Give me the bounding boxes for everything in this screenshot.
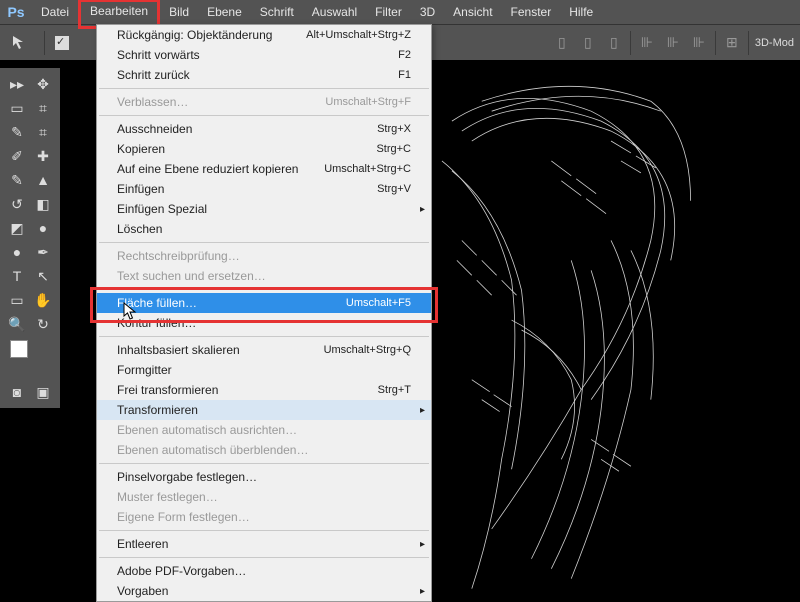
menu-filter[interactable]: Filter: [366, 0, 411, 24]
menu-ebene[interactable]: Ebene: [198, 0, 251, 24]
pen-tool[interactable]: ✒: [30, 240, 56, 264]
menu-copy-merged[interactable]: Auf eine Ebene reduziert kopierenUmschal…: [97, 159, 431, 179]
auto-select-checkbox[interactable]: [55, 36, 69, 50]
marquee-tool[interactable]: ▭: [4, 96, 30, 120]
menu-fenster[interactable]: Fenster: [502, 0, 561, 24]
menu-cut[interactable]: AusschneidenStrg+X: [97, 119, 431, 139]
menu-separator: [99, 242, 429, 243]
artwork-image: [432, 60, 800, 600]
menu-puppet-warp[interactable]: Formgitter: [97, 360, 431, 380]
heal-tool[interactable]: ✚: [30, 144, 56, 168]
menu-presets[interactable]: Vorgaben: [97, 581, 431, 601]
app-logo: Ps: [0, 0, 32, 24]
separator: [630, 31, 631, 55]
align-left-icon[interactable]: ▯: [552, 33, 572, 53]
document-canvas[interactable]: [432, 60, 800, 600]
menu-ansicht[interactable]: Ansicht: [444, 0, 501, 24]
menu-define-brush[interactable]: Pinselvorgabe festlegen…: [97, 467, 431, 487]
history-brush-tool[interactable]: ↺: [4, 192, 30, 216]
current-tool-icon[interactable]: [6, 29, 34, 57]
menu-content-aware-scale[interactable]: Inhaltsbasiert skalierenUmschalt+Strg+Q: [97, 340, 431, 360]
menu-3d[interactable]: 3D: [411, 0, 444, 24]
menu-separator: [99, 289, 429, 290]
menu-paste-special[interactable]: Einfügen Spezial: [97, 199, 431, 219]
menu-pdf-presets[interactable]: Adobe PDF-Vorgaben…: [97, 561, 431, 581]
menu-auto-blend: Ebenen automatisch überblenden…: [97, 440, 431, 460]
foreground-swatch[interactable]: [10, 340, 28, 358]
crop-tool[interactable]: ⌗: [30, 120, 56, 144]
eraser-tool[interactable]: ◧: [30, 192, 56, 216]
arrange-icon[interactable]: ⊞: [722, 33, 742, 53]
menu-define-shape: Eigene Form festlegen…: [97, 507, 431, 527]
menu-step-back[interactable]: Schritt zurückF1: [97, 65, 431, 85]
hand-tool[interactable]: ✋: [30, 288, 56, 312]
menu-copy[interactable]: KopierenStrg+C: [97, 139, 431, 159]
eyedropper-tool[interactable]: ✐: [4, 144, 30, 168]
menu-separator: [99, 115, 429, 116]
menu-datei[interactable]: Datei: [32, 0, 78, 24]
menubar: Ps Datei Bearbeiten Bild Ebene Schrift A…: [0, 0, 800, 24]
menu-separator: [99, 557, 429, 558]
screen-mode-tool[interactable]: ▣: [30, 380, 56, 404]
menu-step-forward[interactable]: Schritt vorwärtsF2: [97, 45, 431, 65]
menu-spellcheck: Rechtschreibprüfung…: [97, 246, 431, 266]
menu-bild[interactable]: Bild: [160, 0, 198, 24]
rotate-view-tool[interactable]: ↻: [30, 312, 56, 336]
menu-separator: [99, 88, 429, 89]
distribute-icon[interactable]: ⊪: [663, 33, 683, 53]
brush-tool[interactable]: ✎: [4, 168, 30, 192]
distribute-icon[interactable]: ⊪: [637, 33, 657, 53]
color-swatches[interactable]: [4, 336, 56, 380]
zoom-tool[interactable]: 🔍: [4, 312, 30, 336]
edit-dropdown: Rückgängig: ObjektänderungAlt+Umschalt+S…: [96, 24, 432, 602]
menu-stroke[interactable]: Kontur füllen…: [97, 313, 431, 333]
menu-transform[interactable]: Transformieren: [97, 400, 431, 420]
blur-tool[interactable]: ●: [30, 216, 56, 240]
menu-auswahl[interactable]: Auswahl: [303, 0, 366, 24]
mode-label: 3D-Mod: [755, 37, 794, 49]
menu-undo[interactable]: Rückgängig: ObjektänderungAlt+Umschalt+S…: [97, 25, 431, 45]
shape-tool[interactable]: ▭: [4, 288, 30, 312]
menu-purge[interactable]: Entleeren: [97, 534, 431, 554]
menu-separator: [99, 336, 429, 337]
menu-paste[interactable]: EinfügenStrg+V: [97, 179, 431, 199]
align-center-icon[interactable]: ▯: [578, 33, 598, 53]
stamp-tool[interactable]: ▲: [30, 168, 56, 192]
separator: [715, 31, 716, 55]
menu-fill[interactable]: Fläche füllen…Umschalt+F5: [97, 293, 431, 313]
gradient-tool[interactable]: ◩: [4, 216, 30, 240]
menu-hilfe[interactable]: Hilfe: [560, 0, 602, 24]
menu-auto-align: Ebenen automatisch ausrichten…: [97, 420, 431, 440]
menu-separator: [99, 530, 429, 531]
quickmask-tool[interactable]: ◙: [4, 380, 30, 404]
expand-panel-icon[interactable]: ▸▸: [4, 72, 30, 96]
path-tool[interactable]: ↖: [30, 264, 56, 288]
menu-separator: [99, 463, 429, 464]
distribute-icon[interactable]: ⊪: [689, 33, 709, 53]
menu-find-replace: Text suchen und ersetzen…: [97, 266, 431, 286]
menu-fade: Verblassen…Umschalt+Strg+F: [97, 92, 431, 112]
dodge-tool[interactable]: ●: [4, 240, 30, 264]
lasso-tool[interactable]: ⌗: [30, 96, 56, 120]
menu-define-pattern: Muster festlegen…: [97, 487, 431, 507]
menu-clear[interactable]: Löschen: [97, 219, 431, 239]
separator: [748, 31, 749, 55]
align-right-icon[interactable]: ▯: [604, 33, 624, 53]
menu-schrift[interactable]: Schrift: [251, 0, 303, 24]
tools-panel: ▸▸ ✥ ▭ ⌗ ✎ ⌗ ✐ ✚ ✎ ▲ ↺ ◧ ◩ ● ● ✒ T ↖ ▭ ✋…: [0, 68, 60, 408]
type-tool[interactable]: T: [4, 264, 30, 288]
menu-free-transform[interactable]: Frei transformierenStrg+T: [97, 380, 431, 400]
quick-select-tool[interactable]: ✎: [4, 120, 30, 144]
move-tool[interactable]: ✥: [30, 72, 56, 96]
separator: [44, 31, 45, 55]
